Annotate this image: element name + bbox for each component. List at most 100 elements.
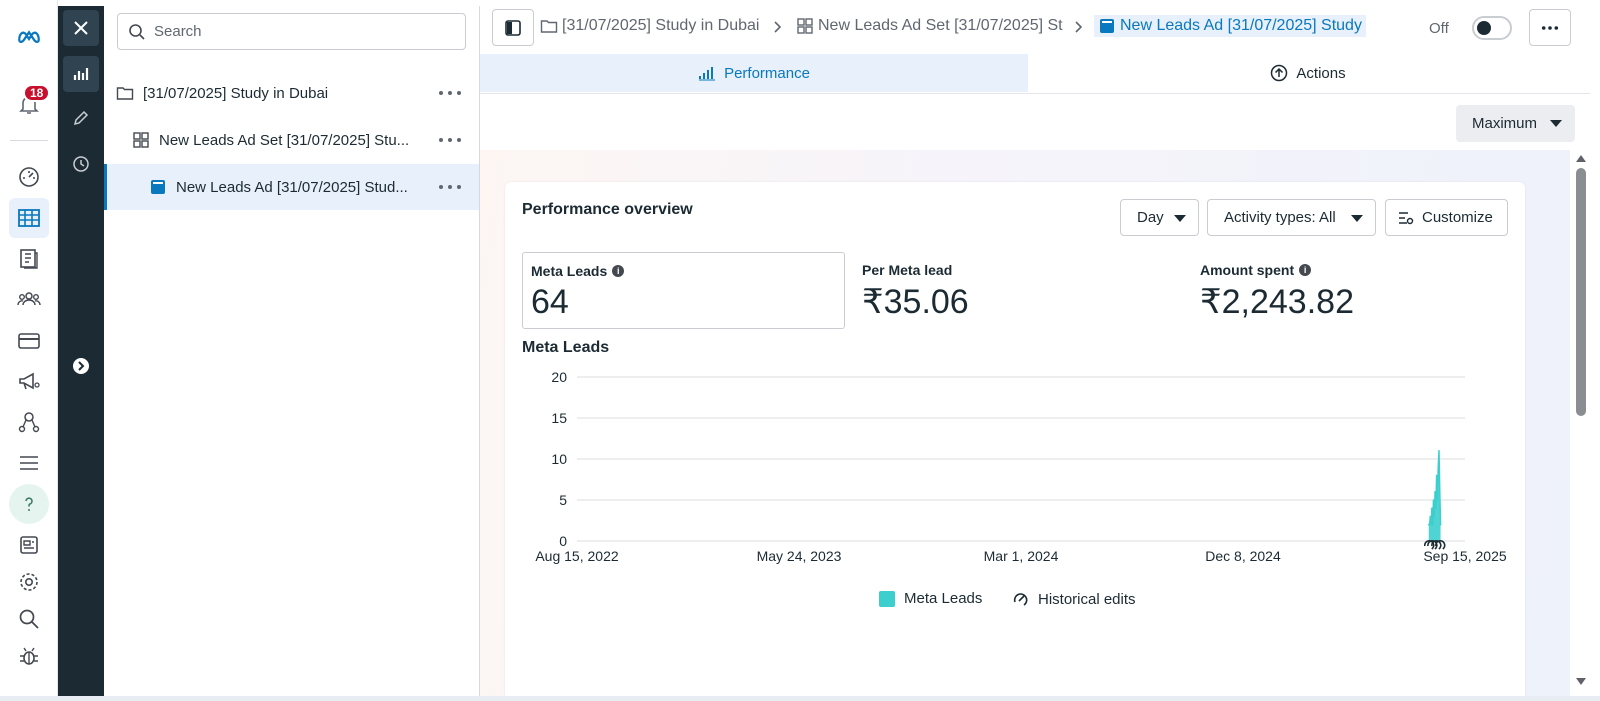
folder-icon: [540, 20, 558, 33]
breadcrumb-campaign[interactable]: [31/07/2025] Study in Dubai: [540, 17, 759, 35]
data-point: [1439, 523, 1442, 526]
y-tick-label: 10: [551, 451, 567, 467]
data-point: [1431, 523, 1434, 526]
ad-status-toggle[interactable]: [1472, 16, 1512, 40]
x-tick-label: May 24, 2023: [757, 548, 842, 564]
pages-icon[interactable]: [9, 239, 49, 279]
customize-label: Customize: [1422, 209, 1493, 226]
scroll-down-arrow-icon[interactable]: [1576, 678, 1586, 685]
historical-edit-icon: [1013, 593, 1028, 606]
data-point: [1429, 515, 1432, 518]
close-icon[interactable]: [63, 10, 99, 46]
metric-per-meta-lead[interactable]: Per Meta lead ₹35.06: [854, 252, 1174, 329]
chevron-right-icon: [774, 21, 782, 33]
data-point: [1432, 499, 1435, 501]
edit-pencil-icon[interactable]: [63, 100, 99, 136]
search-icon[interactable]: [9, 599, 49, 639]
metric-amount-spent[interactable]: Amount spent i ₹2,243.82: [1192, 252, 1512, 329]
customize-button[interactable]: Customize: [1385, 199, 1508, 236]
tab-actions[interactable]: Actions: [1028, 54, 1588, 92]
expand-chevron-right-icon[interactable]: [63, 348, 99, 384]
ad-icon: [1100, 19, 1114, 33]
data-point: [1437, 466, 1440, 468]
x-tick-label: Dec 8, 2024: [1205, 548, 1281, 564]
page-scrollbar[interactable]: [1574, 150, 1590, 690]
ad-icon: [149, 178, 167, 196]
data-point: [1434, 491, 1436, 493]
report-bug-icon[interactable]: [9, 636, 49, 676]
y-tick-label: 15: [551, 410, 567, 426]
tree-item-adset[interactable]: New Leads Ad Set [31/07/2025] Stu...: [104, 117, 479, 163]
tree-item-label: New Leads Ad Set [31/07/2025] Stu...: [159, 131, 410, 149]
chevron-down-icon: [1174, 215, 1186, 222]
search-input[interactable]: [154, 23, 454, 40]
more-options-icon[interactable]: [439, 178, 461, 196]
meta-leads-chart[interactable]: 0 5 10 15 20 Aug 15, 2022 May 24, 2023 Mar 1, 2…: [525, 370, 1515, 580]
ads-manager-table-icon[interactable]: [9, 198, 49, 238]
billing-card-icon[interactable]: [9, 321, 49, 361]
activity-types-value: Activity types: All: [1224, 209, 1336, 226]
metric-label-row: Per Meta lead: [862, 262, 952, 278]
settings-gear-icon[interactable]: [9, 562, 49, 602]
bar-chart-icon: [699, 67, 716, 81]
more-options-icon[interactable]: [439, 131, 461, 149]
customize-sliders-icon: [1399, 211, 1414, 224]
data-point: [1430, 523, 1432, 526]
tab-actions-label: Actions: [1296, 64, 1346, 82]
history-clock-icon[interactable]: [63, 146, 99, 182]
more-horizontal-icon: [1541, 25, 1559, 30]
notification-count-badge: 18: [23, 84, 51, 102]
info-icon[interactable]: i: [1299, 264, 1312, 276]
business-network-icon[interactable]: [9, 402, 49, 442]
top-bar: [31/07/2025] Study in Dubai New Leads Ad…: [480, 6, 1590, 50]
date-range-dropdown[interactable]: Maximum: [1456, 105, 1575, 142]
metric-value: ₹35.06: [862, 283, 969, 321]
scroll-up-arrow-icon[interactable]: [1576, 155, 1586, 162]
chevron-down-icon: [1351, 215, 1363, 222]
data-point: [1433, 515, 1436, 518]
tab-performance[interactable]: Performance: [480, 54, 1028, 92]
news-feed-icon[interactable]: [9, 525, 49, 565]
bottom-edge: [0, 696, 1600, 701]
data-point: [1431, 507, 1433, 509]
legend-label: Meta Leads: [904, 590, 983, 607]
campaign-tree-panel: [31/07/2025] Study in Dubai New Leads Ad…: [104, 6, 480, 696]
x-tick-label: Mar 1, 2024: [984, 548, 1059, 564]
dashboard-gauge-icon[interactable]: [9, 157, 49, 197]
data-point: [1436, 499, 1439, 501]
legend-meta-leads[interactable]: Meta Leads: [879, 590, 982, 607]
toggle-knob: [1477, 21, 1491, 35]
rail-divider: [10, 140, 48, 141]
breadcrumb-adset[interactable]: New Leads Ad Set [31/07/2025] St: [796, 17, 1064, 35]
y-tick-label: 0: [559, 533, 567, 549]
detail-tabs: Performance Actions: [480, 54, 1590, 94]
data-point: [1438, 491, 1441, 493]
breadcrumb-ad-label: New Leads Ad [31/07/2025] Study: [1120, 17, 1362, 34]
audiences-icon[interactable]: [9, 279, 49, 319]
data-point: [1428, 523, 1431, 526]
info-icon[interactable]: i: [612, 265, 625, 277]
activity-types-dropdown[interactable]: Activity types: All: [1207, 199, 1376, 236]
tree-item-campaign[interactable]: [31/07/2025] Study in Dubai: [104, 70, 479, 116]
campaigns-megaphone-icon[interactable]: [9, 361, 49, 401]
more-options-icon[interactable]: [439, 84, 461, 102]
tab-performance-label: Performance: [724, 64, 810, 82]
more-actions-button[interactable]: [1529, 9, 1571, 46]
scrollbar-thumb[interactable]: [1576, 168, 1586, 416]
search-icon: [129, 23, 145, 40]
help-question-icon[interactable]: [9, 484, 49, 524]
metric-meta-leads[interactable]: Meta Leads i 64: [522, 252, 845, 329]
editor-side-rail: [58, 6, 104, 696]
legend-historical-edits[interactable]: Historical edits: [1012, 590, 1136, 608]
granularity-dropdown[interactable]: Day: [1120, 199, 1199, 236]
tree-item-label: New Leads Ad [31/07/2025] Stud...: [176, 178, 408, 196]
breadcrumb-ad[interactable]: New Leads Ad [31/07/2025] Study: [1094, 15, 1366, 37]
tree-item-ad[interactable]: New Leads Ad [31/07/2025] Stud...: [104, 164, 479, 210]
all-tools-menu-icon[interactable]: [9, 443, 49, 483]
adset-grid-icon: [132, 131, 150, 149]
card-title: Performance overview: [522, 201, 693, 218]
status-label: Off: [1429, 20, 1449, 37]
toggle-panel-button[interactable]: [492, 9, 534, 46]
performance-bar-chart-icon[interactable]: [63, 56, 99, 92]
meta-logo-icon[interactable]: [9, 16, 49, 56]
